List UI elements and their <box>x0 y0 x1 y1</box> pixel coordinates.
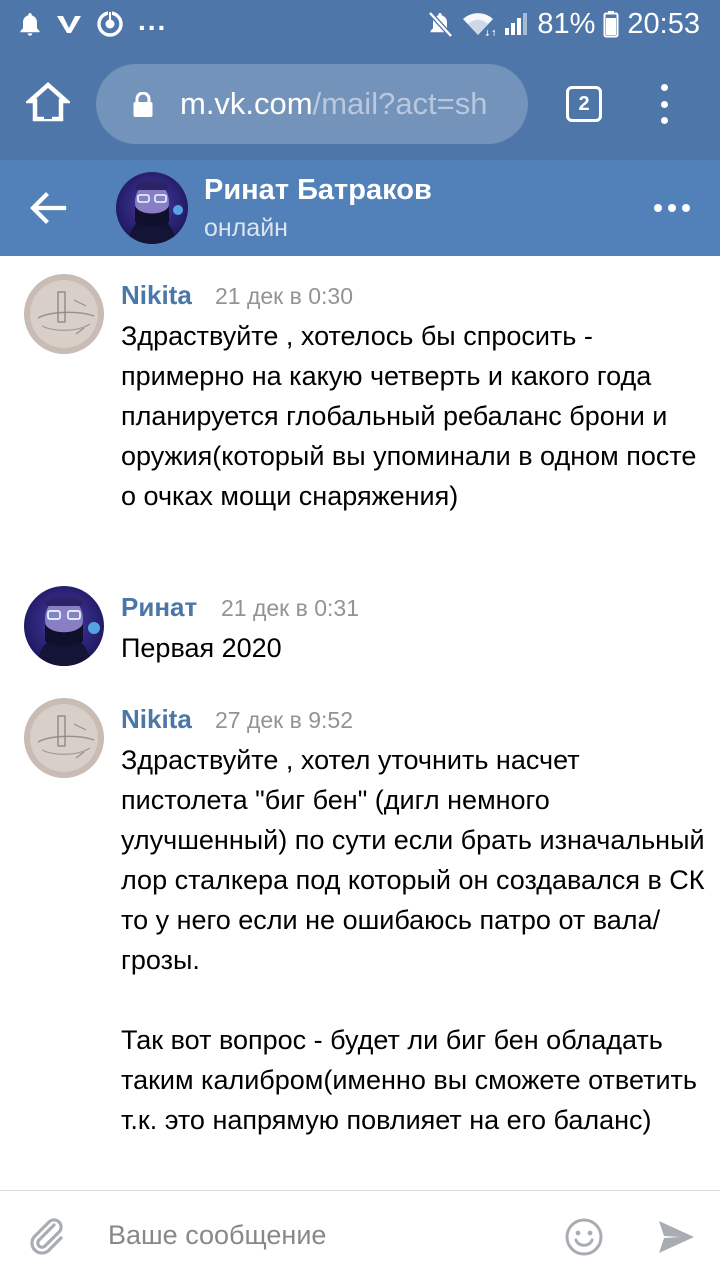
contact-name[interactable]: Ринат Батраков <box>204 174 432 207</box>
home-button[interactable] <box>22 76 74 128</box>
smile-icon <box>565 1218 603 1256</box>
message-time: 27 дек в 9:52 <box>215 707 354 733</box>
more-dot-icon <box>668 204 676 212</box>
message-list[interactable]: Nikita 21 дек в 0:30 Здраствуйте , хотел… <box>0 256 720 1190</box>
lock-icon <box>133 92 153 117</box>
message-text: Первая 2020 <box>121 633 282 663</box>
paperclip-icon <box>30 1218 63 1255</box>
message-time: 21 дек в 0:30 <box>215 283 354 309</box>
address-bar[interactable]: m.vk.com/mail?act=sh <box>96 64 528 144</box>
emoji-button[interactable] <box>564 1217 604 1257</box>
chat-header: Ринат Батраков онлайн <box>0 160 720 256</box>
url-text[interactable]: m.vk.com/mail?act=sh <box>180 64 520 144</box>
message-input[interactable] <box>108 1211 538 1259</box>
vk-icon <box>56 13 82 35</box>
arrow-left-icon <box>30 192 67 224</box>
more-notifications: ... <box>138 5 168 36</box>
signal-icon <box>503 11 529 37</box>
back-button[interactable] <box>26 188 70 228</box>
battery-icon <box>603 10 619 38</box>
url-path: /mail?act=sh <box>312 86 488 121</box>
sender-avatar[interactable] <box>24 274 104 354</box>
mute-icon <box>427 10 454 38</box>
url-host: m.vk.com <box>180 86 313 121</box>
message-text: Здраствуйте , хотел уточнить насчет пист… <box>121 745 705 1135</box>
system-icons: ↓↑ 81% 20:53 <box>427 6 700 42</box>
battery-percent: 81% <box>537 7 596 40</box>
home-icon <box>26 81 70 122</box>
bell-icon <box>18 11 42 37</box>
notification-icons: ... <box>18 5 168 40</box>
status-bar: ... ↓↑ 81% 20:53 <box>0 0 720 48</box>
attach-button[interactable] <box>24 1213 68 1257</box>
message-composer <box>0 1190 720 1280</box>
contact-status: онлайн <box>204 214 288 242</box>
message-time: 21 дек в 0:31 <box>221 595 360 621</box>
tab-switcher-button[interactable]: 2 <box>566 86 602 122</box>
more-dot-icon <box>654 204 662 212</box>
more-dot-icon <box>682 204 690 212</box>
wifi-icon: ↓↑ <box>461 11 495 37</box>
message-author[interactable]: Ринат <box>121 592 197 623</box>
sender-avatar[interactable] <box>24 586 104 666</box>
browser-toolbar: m.vk.com/mail?act=sh 2 <box>0 48 720 160</box>
menu-dot-icon <box>660 100 668 108</box>
menu-dot-icon <box>660 117 668 124</box>
send-button[interactable] <box>656 1217 696 1257</box>
menu-dot-icon <box>660 84 668 91</box>
browser-menu-button[interactable] <box>652 84 676 124</box>
sender-avatar[interactable] <box>24 698 104 778</box>
clock: 20:53 <box>627 7 700 40</box>
message-author[interactable]: Nikita <box>121 280 192 311</box>
message-text: Здраствуйте , хотелось бы спросить - при… <box>121 321 704 511</box>
vk-clips-icon <box>96 10 124 38</box>
send-icon <box>659 1221 694 1253</box>
tab-count: 2 <box>578 92 590 115</box>
chat-menu-button[interactable] <box>654 204 690 214</box>
svg-text:↓↑: ↓↑ <box>484 29 495 37</box>
contact-avatar[interactable] <box>116 172 188 244</box>
message-author[interactable]: Nikita <box>121 704 192 735</box>
